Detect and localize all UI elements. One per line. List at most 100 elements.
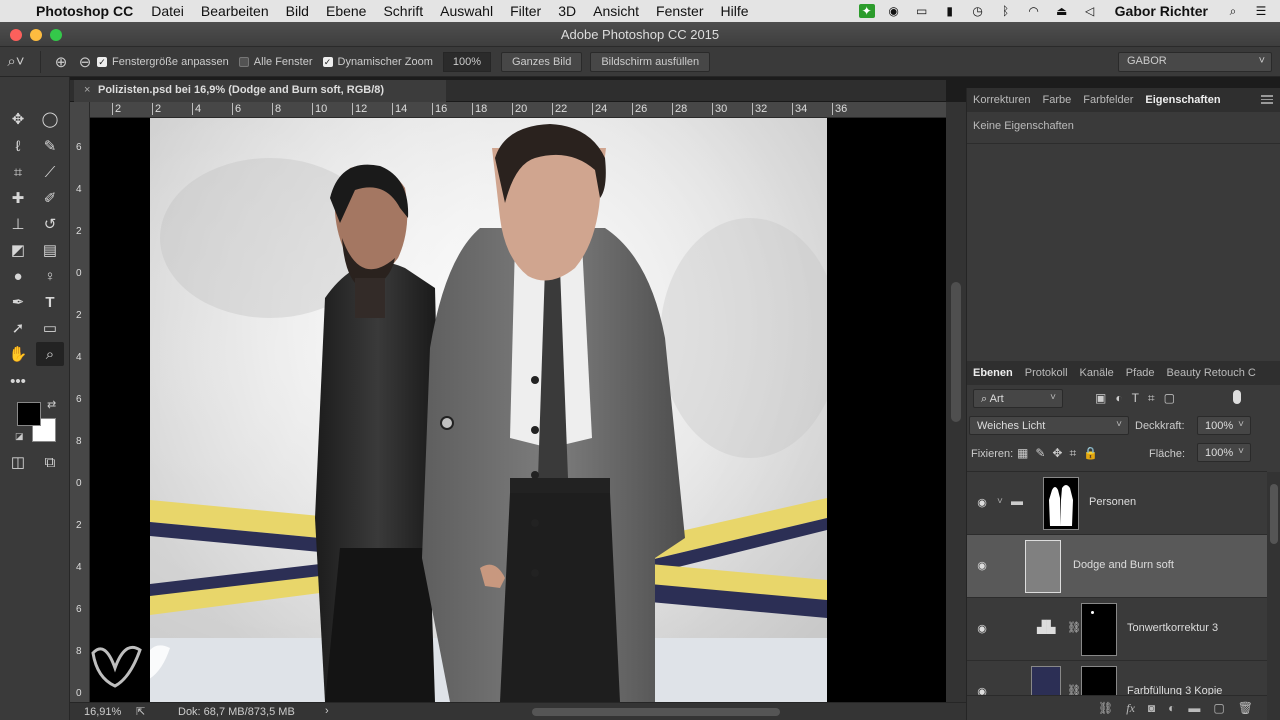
user-name[interactable]: Gabor Richter — [1115, 3, 1208, 19]
menu-ebene[interactable]: Ebene — [326, 3, 366, 19]
canvas-vertical-scrollbar[interactable] — [946, 102, 966, 702]
tab-farbe[interactable]: Farbe — [1036, 94, 1077, 106]
menu-3d[interactable]: 3D — [558, 3, 576, 19]
fit-screen-button[interactable]: Ganzes Bild — [501, 51, 583, 72]
eject-icon[interactable]: ⏏ — [1053, 4, 1071, 18]
rectangle-icon[interactable]: ▭ — [36, 316, 64, 340]
airplay-icon[interactable]: ▭ — [913, 4, 931, 18]
fit-window-checkbox[interactable]: ✓ Fenstergröße anpassen — [97, 56, 229, 68]
menu-app-name[interactable]: Photoshop CC — [36, 3, 133, 19]
layer-row[interactable]: ◉ ▟▙ ⛓ Tonwertkorrektur 3 — [967, 598, 1267, 661]
layer-filter-icons[interactable]: ▣◐T⌗▢ — [1095, 391, 1184, 406]
menu-bearbeiten[interactable]: Bearbeiten — [201, 3, 269, 19]
tab-ebenen[interactable]: Ebenen — [967, 367, 1019, 379]
filter-toggle-icon[interactable] — [1233, 390, 1241, 404]
quick-mask-icon[interactable]: ◫ — [4, 450, 32, 474]
zoom-in-icon[interactable]: ⊕ — [49, 53, 73, 71]
export-icon[interactable]: ⇱ — [136, 705, 145, 718]
time-machine-icon[interactable]: ◷ — [969, 4, 987, 18]
layer-row-selected[interactable]: ◉ Dodge and Burn soft — [967, 535, 1267, 598]
photo-policemen[interactable] — [150, 118, 827, 702]
spotlight-icon[interactable]: ⌕ — [1224, 4, 1242, 18]
delete-layer-icon[interactable]: 🗑 — [1238, 701, 1253, 715]
eyedropper-icon[interactable]: ⟋ — [36, 160, 64, 184]
status-menu-arrow[interactable]: › — [325, 705, 329, 717]
layer-row[interactable]: ◉ ⛓ Farbfüllung 3 Kopie — [967, 661, 1267, 695]
vertical-ruler[interactable]: 6 4 2 0 2 4 6 8 0 2 4 6 8 0 — [70, 102, 90, 702]
layers-scrollbar[interactable] — [1267, 472, 1280, 720]
clone-stamp-icon[interactable]: ⊥ — [4, 212, 32, 236]
all-windows-checkbox[interactable]: Alle Fenster — [238, 56, 313, 68]
hand-icon[interactable]: ✋ — [4, 342, 32, 366]
type-tool-icon[interactable]: T — [36, 290, 64, 314]
menu-bild[interactable]: Bild — [286, 3, 309, 19]
foreground-color-swatch[interactable] — [17, 402, 41, 426]
menu-fenster[interactable]: Fenster — [656, 3, 703, 19]
layer-mask-thumbnail[interactable] — [1081, 603, 1117, 656]
close-tab-icon[interactable]: × — [84, 84, 90, 96]
document-canvas[interactable] — [90, 118, 946, 702]
new-group-icon[interactable]: ▬ — [1188, 701, 1200, 715]
zoom-window-button[interactable] — [50, 29, 62, 41]
horizontal-scrollbar-thumb[interactable] — [532, 708, 780, 716]
layer-filter-select[interactable]: ⌕ Art ˅ — [973, 389, 1063, 408]
link-icon[interactable]: ⛓ — [1067, 621, 1081, 634]
path-selection-icon[interactable]: ➚ — [4, 316, 32, 340]
tab-kanaele[interactable]: Kanäle — [1074, 367, 1120, 379]
opacity-field[interactable]: 100% ˅ — [1197, 416, 1251, 435]
zoom-value-field[interactable]: 100% — [442, 51, 491, 72]
fill-color-thumbnail[interactable] — [1031, 666, 1061, 695]
crop-icon[interactable]: ⌗ — [4, 160, 32, 184]
layer-mask-thumbnail[interactable] — [1043, 477, 1079, 530]
battery-icon[interactable]: ▮ — [941, 4, 959, 18]
elliptical-marquee-icon[interactable]: ◯ — [36, 107, 64, 131]
volume-icon[interactable]: ◁ — [1081, 4, 1099, 18]
blend-mode-select[interactable]: Weiches Licht ˅ — [969, 416, 1129, 435]
tab-eigenschaften[interactable]: Eigenschaften — [1139, 94, 1226, 106]
tab-beauty-retouch[interactable]: Beauty Retouch C — [1161, 367, 1262, 379]
record-icon[interactable]: ◉ — [885, 4, 903, 18]
zoom-tool-icon[interactable]: ⌕ — [36, 342, 64, 366]
healing-brush-icon[interactable]: ✚ — [4, 186, 32, 210]
eraser-icon[interactable]: ◩ — [4, 238, 32, 262]
link-layers-icon[interactable]: ⛓ — [1098, 701, 1113, 715]
menu-schrift[interactable]: Schrift — [383, 3, 423, 19]
fx-icon[interactable]: fx — [1126, 701, 1135, 716]
lasso-icon[interactable]: ℓ — [4, 134, 32, 158]
scrollbar-thumb[interactable] — [951, 282, 961, 422]
visibility-eye-icon[interactable]: ◉ — [975, 622, 989, 635]
minimize-window-button[interactable] — [30, 29, 42, 41]
evernote-icon[interactable]: ✦ — [858, 4, 875, 18]
blur-icon[interactable]: ● — [4, 264, 32, 288]
brush-icon[interactable]: ✐ — [36, 186, 64, 210]
tab-farbfelder[interactable]: Farbfelder — [1077, 94, 1139, 106]
default-colors-icon[interactable]: ◪ — [15, 431, 24, 442]
lock-icons[interactable]: ▦✎✥⌗🔒 — [1017, 446, 1105, 461]
dynamic-zoom-checkbox[interactable]: ✓ Dynamischer Zoom — [322, 56, 433, 68]
swap-colors-icon[interactable]: ⇄ — [47, 398, 56, 411]
add-mask-icon[interactable]: ◙ — [1148, 701, 1155, 715]
menu-hilfe[interactable]: Hilfe — [721, 3, 749, 19]
move-tool-icon[interactable]: ✥ — [4, 107, 32, 131]
screen-mode-icon[interactable]: ⧉ — [36, 450, 64, 474]
tab-pfade[interactable]: Pfade — [1120, 367, 1161, 379]
horizontal-ruler[interactable]: 2 2 4 6 8 10 12 14 16 18 20 22 24 26 28 30 32 34 36 — [90, 102, 946, 118]
visibility-eye-icon[interactable]: ◉ — [975, 685, 989, 695]
menu-auswahl[interactable]: Auswahl — [440, 3, 493, 19]
adjustment-layer-icon[interactable]: ◐ — [1168, 701, 1175, 715]
status-zoom[interactable]: 16,91% — [84, 706, 121, 718]
visibility-eye-icon[interactable]: ◉ — [975, 496, 989, 509]
bluetooth-icon[interactable]: ᛒ — [997, 4, 1015, 18]
menu-filter[interactable]: Filter — [510, 3, 541, 19]
close-window-button[interactable] — [10, 29, 22, 41]
menu-ansicht[interactable]: Ansicht — [593, 3, 639, 19]
new-layer-icon[interactable]: ▢ — [1213, 701, 1224, 715]
dodge-icon[interactable]: ♀ — [36, 264, 64, 288]
gradient-icon[interactable]: ▤ — [36, 238, 64, 262]
quick-selection-icon[interactable]: ✎ — [36, 134, 64, 158]
scrollbar-thumb[interactable] — [1270, 484, 1278, 544]
fill-screen-button[interactable]: Bildschirm ausfüllen — [590, 51, 711, 72]
layer-thumbnail[interactable] — [1025, 540, 1061, 593]
layer-row[interactable]: ◉ ˅ ▬ Personen — [967, 472, 1267, 535]
link-icon[interactable]: ⛓ — [1067, 684, 1081, 695]
